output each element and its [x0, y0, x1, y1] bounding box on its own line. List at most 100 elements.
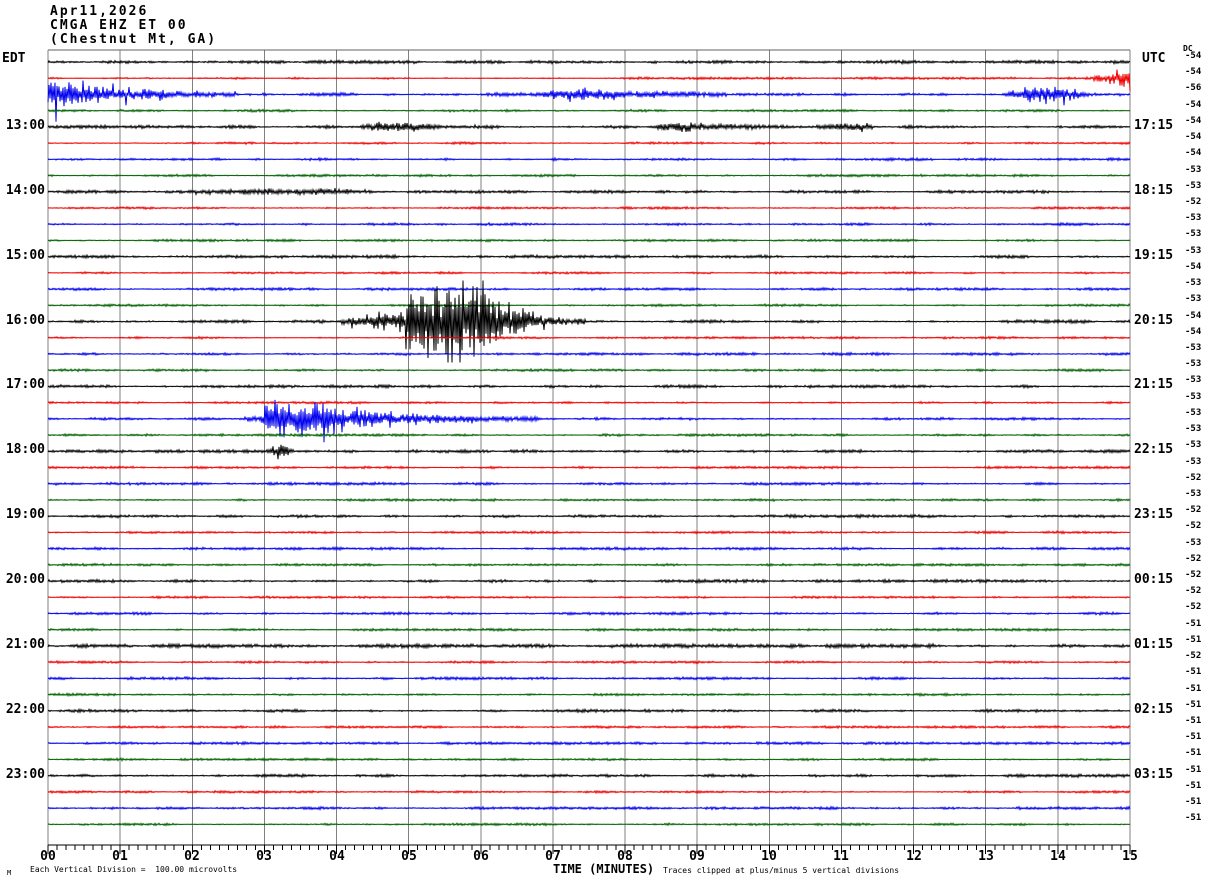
dc-value: -54: [1185, 311, 1202, 321]
seismogram-trace: [47, 400, 1131, 405]
dc-value: -51: [1185, 813, 1202, 823]
seismogram-trace: [47, 692, 1131, 698]
seismogram-trace: [47, 173, 1131, 178]
scale-note: Each Vertical Division = 100.00 microvol…: [30, 865, 238, 874]
dc-value: -51: [1185, 748, 1202, 758]
utc-time-label: 17:15: [1134, 118, 1174, 133]
utc-time-label: 23:15: [1134, 507, 1174, 522]
dc-value: -51: [1185, 732, 1202, 742]
seismogram-trace: [47, 577, 1131, 585]
dc-value: -53: [1185, 457, 1202, 467]
dc-value: -53: [1185, 538, 1202, 548]
dc-value: -51: [1185, 781, 1202, 791]
dc-value: -51: [1185, 635, 1202, 645]
seismogram-trace: [47, 280, 1131, 363]
x-tick-label: 01: [112, 849, 128, 864]
seismogram-trace: [47, 805, 1131, 812]
seismogram-trace: [47, 351, 1131, 357]
dc-value: -52: [1185, 521, 1202, 531]
dc-value: -53: [1185, 278, 1202, 288]
x-tick-label: 04: [329, 849, 345, 864]
seismogram-trace: [47, 58, 1131, 66]
edt-time-label: 16:00: [5, 313, 45, 328]
seismogram-trace: [47, 789, 1131, 795]
seismogram-trace: [47, 675, 1131, 682]
dc-value: -54: [1185, 148, 1202, 158]
dc-value: -51: [1185, 667, 1202, 677]
utc-time-label: 20:15: [1134, 313, 1174, 328]
dc-value: -53: [1185, 359, 1202, 369]
footer-mark: M: [7, 869, 12, 877]
seismogram-trace: [47, 108, 1131, 114]
dc-value: -52: [1185, 651, 1202, 661]
seismogram-trace: [47, 513, 1131, 520]
seismogram-trace: [47, 140, 1131, 146]
dc-value: -54: [1185, 100, 1202, 110]
dc-value: -53: [1185, 489, 1202, 499]
edt-time-label: 23:00: [5, 767, 45, 782]
dc-value: -54: [1185, 67, 1202, 77]
seismogram-trace: [47, 610, 1131, 617]
x-axis: [47, 844, 1131, 854]
seismogram-trace: [47, 444, 1131, 460]
x-tick-label: 05: [401, 849, 417, 864]
dc-value: -51: [1185, 797, 1202, 807]
edt-time-label: 21:00: [5, 637, 45, 652]
clip-note: Traces clipped at plus/minus 5 vertical …: [663, 866, 900, 875]
seismogram-trace: [47, 562, 1131, 568]
dc-value: -51: [1185, 684, 1202, 694]
dc-value: -53: [1185, 343, 1202, 353]
seismogram-traces: [47, 58, 1131, 827]
edt-time-label: 13:00: [5, 118, 45, 133]
dc-value: -52: [1185, 586, 1202, 596]
seismogram-trace: [47, 497, 1131, 503]
seismogram-trace: [47, 642, 1131, 650]
dc-value: -52: [1185, 602, 1202, 612]
utc-time-label: 03:15: [1134, 767, 1174, 782]
dc-value: -52: [1185, 554, 1202, 564]
seismogram-trace: [47, 659, 1131, 665]
x-tick-label: 12: [906, 849, 922, 864]
x-tick-label: 02: [184, 849, 200, 864]
x-tick-label: 09: [689, 849, 705, 864]
edt-time-label: 14:00: [5, 183, 45, 198]
dc-value: -54: [1185, 327, 1202, 337]
x-axis-title: TIME (MINUTES): [553, 862, 655, 876]
seismogram-trace: [47, 253, 1131, 260]
dc-value: -54: [1185, 132, 1202, 142]
seismogram-trace: [47, 594, 1131, 600]
utc-time-label: 18:15: [1134, 183, 1174, 198]
seismogram-trace: [47, 545, 1131, 552]
seismogram-plot: [47, 49, 1131, 854]
dc-value: -53: [1185, 375, 1202, 385]
seismogram-trace: [47, 121, 1131, 133]
edt-time-label: 18:00: [5, 442, 45, 457]
x-tick-label: 15: [1122, 849, 1138, 864]
seismogram-trace: [47, 627, 1131, 633]
seismogram-trace: [47, 69, 1131, 92]
seismogram-trace: [47, 335, 1131, 341]
seismogram-trace: [47, 465, 1131, 470]
seismogram-trace: [47, 740, 1131, 747]
edt-time-label: 20:00: [5, 572, 45, 587]
edt-time-label: 22:00: [5, 702, 45, 717]
dc-value: -53: [1185, 294, 1202, 304]
dc-value: -54: [1185, 51, 1202, 61]
seismogram-trace: [47, 156, 1131, 163]
utc-time-label: 00:15: [1134, 572, 1174, 587]
dc-value: -53: [1185, 392, 1202, 402]
utc-time-label: 22:15: [1134, 442, 1174, 457]
x-tick-label: 14: [1050, 849, 1066, 864]
seismogram-trace: [47, 821, 1131, 827]
seismogram-trace: [47, 480, 1131, 487]
x-tick-label: 10: [761, 849, 777, 864]
dc-value: -53: [1185, 213, 1202, 223]
seismogram-trace: [47, 757, 1131, 762]
dc-value: -51: [1185, 765, 1202, 775]
dc-value: -52: [1185, 473, 1202, 483]
x-tick-label: 03: [256, 849, 272, 864]
seismogram-trace: [47, 187, 1131, 197]
seismogram-trace: [47, 724, 1131, 730]
dc-value: -54: [1185, 116, 1202, 126]
x-tick-label: 00: [40, 849, 56, 864]
